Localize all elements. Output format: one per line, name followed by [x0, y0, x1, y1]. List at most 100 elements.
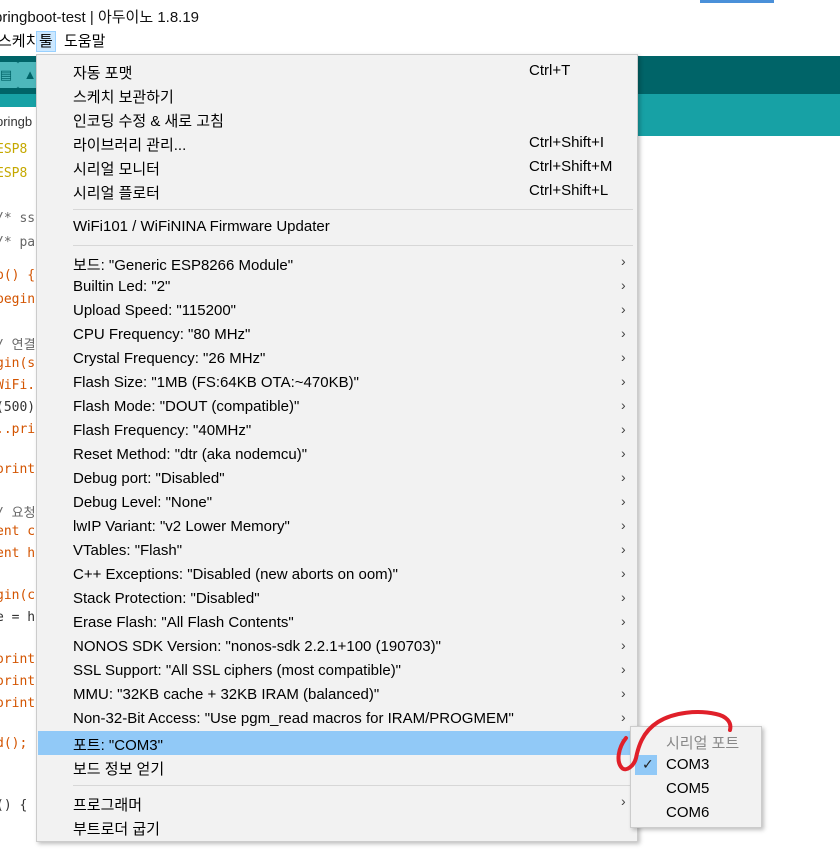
chevron-right-icon: ›: [621, 709, 626, 725]
menu-item-g3-13[interactable]: C++ Exceptions: "Disabled (new aborts on…: [38, 563, 636, 587]
chevron-right-icon: ›: [621, 397, 626, 413]
menu-item-label: Flash Mode: "DOUT (compatible)": [73, 398, 300, 415]
menu-item-g3-10[interactable]: Debug Level: "None" ›: [38, 491, 636, 515]
code-line: gin(s: [0, 356, 36, 371]
chevron-right-icon: ›: [621, 685, 626, 701]
menu-item-label: Reset Method: "dtr (aka nodemcu)": [73, 446, 308, 463]
port-item-com6[interactable]: COM6: [631, 801, 761, 825]
chevron-right-icon: ›: [621, 733, 626, 749]
menu-item-g3-6[interactable]: Flash Mode: "DOUT (compatible)" ›: [38, 395, 636, 419]
menu-item-g3-14[interactable]: Stack Protection: "Disabled" ›: [38, 587, 636, 611]
chevron-right-icon: ›: [621, 469, 626, 485]
menu-item-g3-17[interactable]: SSL Support: "All SSL ciphers (most comp…: [38, 659, 636, 683]
menu-item-label: Upload Speed: "115200": [73, 302, 237, 319]
menu-item-g4-0[interactable]: 프로그래머 ›: [38, 791, 636, 815]
menu-item-g3-11[interactable]: lwIP Variant: "v2 Lower Memory" ›: [38, 515, 636, 539]
menu-item-shortcut: Ctrl+Shift+M: [529, 158, 613, 175]
code-line: (500): [0, 400, 36, 415]
port-item-com3[interactable]: ✓ COM3: [631, 753, 761, 777]
menu-item-g3-18[interactable]: MMU: "32KB cache + 32KB IRAM (balanced)"…: [38, 683, 636, 707]
menu-item-g3-5[interactable]: Flash Size: "1MB (FS:64KB OTA:~470KB)" ›: [38, 371, 636, 395]
menu-item-g1-2[interactable]: 인코딩 수정 & 새로 고침: [38, 107, 636, 131]
chevron-right-icon: ›: [621, 253, 626, 269]
chevron-right-icon: ›: [621, 349, 626, 365]
menu-item-g3-3[interactable]: CPU Frequency: "80 MHz" ›: [38, 323, 636, 347]
menu-item-label: 시리얼 모니터: [73, 161, 160, 178]
port-item-com5[interactable]: COM5: [631, 777, 761, 801]
menu-item-g3-16[interactable]: NONOS SDK Version: "nonos-sdk 2.2.1+100 …: [38, 635, 636, 659]
sketch-tab-label: pringb: [0, 114, 33, 129]
menu-item-label: Debug Level: "None": [73, 494, 213, 511]
menu-item-g3-12[interactable]: VTables: "Flash" ›: [38, 539, 636, 563]
menu-item-g1-5[interactable]: 시리얼 플로터 Ctrl+Shift+L: [38, 179, 636, 203]
chevron-right-icon: ›: [621, 613, 626, 629]
menu-item-g3-0[interactable]: 보드: "Generic ESP8266 Module" ›: [38, 251, 636, 275]
menu-item-g3-8[interactable]: Reset Method: "dtr (aka nodemcu)" ›: [38, 443, 636, 467]
menu-item-g1-0[interactable]: 자동 포맷 Ctrl+T: [38, 59, 636, 83]
checkmark-icon: ✓: [642, 756, 654, 772]
menu-item-label: lwIP Variant: "v2 Lower Memory": [73, 518, 290, 535]
menu-item-g3-20[interactable]: 포트: "COM3" ›: [38, 731, 636, 755]
code-line: orint: [0, 674, 36, 689]
menu-item-label: Non-32-Bit Access: "Use pgm_read macros …: [73, 710, 514, 727]
chevron-right-icon: ›: [621, 301, 626, 317]
menu-item-g1-4[interactable]: 시리얼 모니터 Ctrl+Shift+M: [38, 155, 636, 179]
menu-item-label: SSL Support: "All SSL ciphers (most comp…: [73, 662, 402, 679]
menu-item-label: 스케치 보관하기: [73, 89, 174, 106]
menu-item-g3-4[interactable]: Crystal Frequency: "26 MHz" ›: [38, 347, 636, 371]
code-line: /* ss: [0, 211, 36, 226]
menu-item-label: 보드: "Generic ESP8266 Module": [73, 257, 294, 274]
menu-item-g3-19[interactable]: Non-32-Bit Access: "Use pgm_read macros …: [38, 707, 636, 731]
code-line: e = h: [0, 610, 36, 625]
chevron-right-icon: ›: [621, 373, 626, 389]
menu-item-g3-7[interactable]: Flash Frequency: "40MHz" ›: [38, 419, 636, 443]
chevron-right-icon: ›: [621, 517, 626, 533]
submenu-header: 시리얼 포트: [631, 729, 761, 753]
menu-item-label: Debug port: "Disabled": [73, 470, 225, 487]
menu-item-label: 시리얼 플로터: [73, 185, 160, 202]
menu-item-label: CPU Frequency: "80 MHz": [73, 326, 251, 343]
menu-tools[interactable]: 툴: [36, 31, 56, 52]
menu-item-g1-1[interactable]: 스케치 보관하기: [38, 83, 636, 107]
chevron-right-icon: ›: [621, 565, 626, 581]
code-line: /* pa: [0, 235, 36, 250]
port-label: COM3: [666, 756, 710, 773]
chevron-right-icon: ›: [621, 445, 626, 461]
menu-help[interactable]: 도움말: [62, 32, 107, 51]
code-line: d();: [0, 736, 28, 751]
code-line: orint: [0, 652, 36, 667]
menu-item-g3-15[interactable]: Erase Flash: "All Flash Contents" ›: [38, 611, 636, 635]
code-line: WiFi.: [0, 378, 36, 393]
menu-item-g3-21[interactable]: 보드 정보 얻기: [38, 755, 636, 779]
menu-item-label: C++ Exceptions: "Disabled (new aborts on…: [73, 566, 398, 583]
chevron-right-icon: ›: [621, 793, 626, 809]
menu-item-g3-1[interactable]: Builtin Led: "2" ›: [38, 275, 636, 299]
menu-item-label: 보드 정보 얻기: [73, 761, 165, 778]
menu-item-g3-2[interactable]: Upload Speed: "115200" ›: [38, 299, 636, 323]
menu-item-label: Stack Protection: "Disabled": [73, 590, 260, 607]
menu-item-g4-1[interactable]: 부트로더 굽기: [38, 815, 636, 839]
code-line: orint: [0, 696, 36, 711]
menu-item-shortcut: Ctrl+Shift+I: [529, 134, 605, 151]
code-line: ent h: [0, 546, 36, 561]
chevron-right-icon: ›: [621, 277, 626, 293]
menu-separator: [73, 245, 633, 246]
tools-menu: 자동 포맷 Ctrl+T 스케치 보관하기 인코딩 수정 & 새로 고침 라이브러리 관…: [36, 54, 638, 842]
menu-item-firmware-updater[interactable]: WiFi101 / WiFiNINA Firmware Updater: [38, 215, 636, 239]
menu-separator: [73, 209, 633, 210]
chevron-right-icon: ›: [621, 589, 626, 605]
menu-item-g1-3[interactable]: 라이브러리 관리... Ctrl+Shift+I: [38, 131, 636, 155]
menu-item-label: Builtin Led: "2": [73, 278, 171, 295]
code-line: / 연결: [0, 338, 36, 353]
menu-bar: 스케치 툴 도움말: [0, 30, 840, 52]
open-icon[interactable]: ▤: [0, 62, 18, 88]
title-accent-bar: [700, 0, 774, 3]
title-bar: pringboot-test | 아두이노 1.8.19: [0, 0, 840, 30]
code-line: gin(c: [0, 588, 36, 603]
menu-separator: [73, 785, 633, 786]
menu-item-g3-9[interactable]: Debug port: "Disabled" ›: [38, 467, 636, 491]
chevron-right-icon: ›: [621, 325, 626, 341]
code-line: / 요청: [0, 506, 36, 521]
menu-item-label: Erase Flash: "All Flash Contents": [73, 614, 294, 631]
menu-item-label: 프로그래머: [73, 797, 143, 814]
